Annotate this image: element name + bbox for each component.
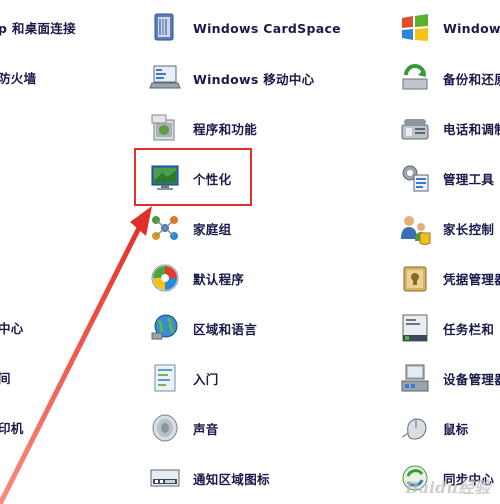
item-label: 通知区域图标 xyxy=(193,471,270,487)
item-label: 家庭组 xyxy=(193,221,232,237)
item-admin-tools[interactable]: 管理工具 xyxy=(398,160,494,196)
windows-flag-icon xyxy=(402,14,428,41)
item-label: Windows CardSpace xyxy=(193,20,341,36)
left-item-label: 防火墙 xyxy=(0,70,37,86)
item-parental-controls[interactable]: 家长控制 xyxy=(398,210,494,246)
highlight-box xyxy=(134,148,252,206)
mouse-icon xyxy=(401,418,427,440)
item-label: Windows xyxy=(443,20,500,36)
item-label: 区域和语言 xyxy=(193,321,258,337)
item-programs-features[interactable]: 程序和功能 xyxy=(148,110,257,146)
item-windows-mobility-center[interactable]: Windows 移动中心 xyxy=(148,60,314,96)
getting-started-icon xyxy=(154,364,176,392)
item-label: 管理工具 xyxy=(443,171,495,187)
item-getting-started[interactable]: 入门 xyxy=(148,360,219,396)
left-item-time[interactable]: 间 xyxy=(0,359,11,395)
item-label: 入门 xyxy=(193,371,219,387)
device-manager-icon xyxy=(401,364,429,392)
phone-modem-icon xyxy=(401,119,429,140)
taskbar-icon xyxy=(402,314,428,342)
item-label: 备份和还原 xyxy=(443,71,500,87)
item-homegroup[interactable]: 家庭组 xyxy=(148,210,231,246)
left-item-label: p 和桌面连接 xyxy=(0,20,76,36)
parental-controls-icon xyxy=(401,216,431,245)
left-item-label: 中心 xyxy=(0,320,24,336)
left-item-label: 间 xyxy=(0,370,11,386)
left-item-remote-desktop[interactable]: p 和桌面连接 xyxy=(0,9,76,45)
item-notification-area-icons[interactable]: 通知区域图标 xyxy=(148,460,270,496)
item-region-language[interactable]: 区域和语言 xyxy=(148,310,257,346)
watermark: Baidu经验 xyxy=(405,478,490,497)
left-item-label: 印机 xyxy=(0,420,24,436)
item-label: 凭据管理器 xyxy=(443,271,500,287)
left-item-firewall[interactable]: 防火墙 xyxy=(0,59,36,95)
backup-restore-icon xyxy=(402,64,428,90)
item-label: 程序和功能 xyxy=(193,121,258,137)
mobility-center-icon xyxy=(149,65,181,89)
middle-column: Windows CardSpace Windows 移动中心 程序和功能 个性化… xyxy=(148,0,388,504)
left-item-center[interactable]: 中心 xyxy=(0,309,24,345)
left-item-printer[interactable]: 印机 xyxy=(0,409,24,445)
item-backup-restore[interactable]: 备份和还原 xyxy=(398,60,500,96)
notification-area-icon xyxy=(150,469,180,487)
item-sound[interactable]: 声音 xyxy=(148,410,219,446)
item-device-manager[interactable]: 设备管理器 xyxy=(398,360,500,396)
item-windows-cardspace[interactable]: Windows CardSpace xyxy=(148,10,341,46)
region-language-icon xyxy=(151,314,178,340)
item-label: 默认程序 xyxy=(193,271,245,287)
item-mouse[interactable]: 鼠标 xyxy=(398,410,469,446)
left-column: p 和桌面连接 防火墙 中心 间 印机 xyxy=(0,0,130,504)
admin-tools-icon xyxy=(402,165,429,192)
item-label: 鼠标 xyxy=(443,421,469,437)
default-programs-icon xyxy=(151,264,179,292)
item-credential-manager[interactable]: 凭据管理器 xyxy=(398,260,500,296)
item-windows-defender[interactable]: Windows xyxy=(398,10,500,46)
item-default-programs[interactable]: 默认程序 xyxy=(148,260,244,296)
homegroup-icon xyxy=(152,216,178,240)
item-label: 电话和调制 xyxy=(443,121,500,137)
programs-features-icon xyxy=(151,114,175,141)
control-panel-view: p 和桌面连接 防火墙 中心 间 印机 Windows CardSpace Wi… xyxy=(0,0,500,504)
item-label: 任务栏和 xyxy=(443,321,495,337)
item-label: 声音 xyxy=(193,421,219,437)
item-label: 设备管理器 xyxy=(443,371,500,387)
item-phone-modem[interactable]: 电话和调制 xyxy=(398,110,500,146)
sound-icon xyxy=(152,414,178,442)
item-label: 家长控制 xyxy=(443,221,495,237)
cardspace-icon xyxy=(154,13,174,41)
right-column: Windows 备份和还原 电话和调制 xyxy=(398,0,500,504)
credential-manager-icon xyxy=(403,266,427,292)
item-label: Windows 移动中心 xyxy=(193,71,315,87)
item-taskbar[interactable]: 任务栏和 xyxy=(398,310,494,346)
